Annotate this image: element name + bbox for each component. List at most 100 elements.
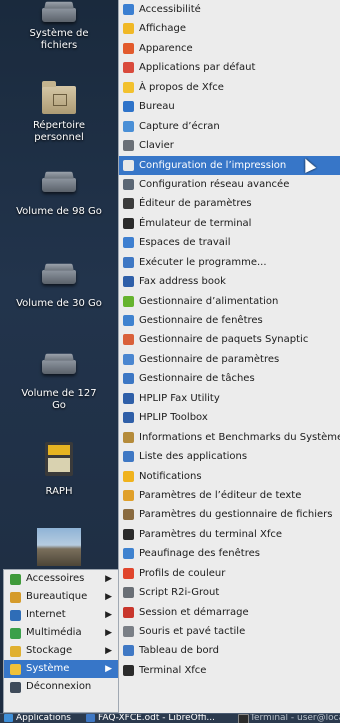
app-icon: [123, 62, 134, 74]
app-icon: [123, 587, 134, 599]
menu-item[interactable]: Applications par défaut: [119, 58, 340, 77]
system-submenu: Accessibilité Affichage Apparence Applicati…: [118, 0, 340, 713]
menu-item[interactable]: À propos de Xfce: [119, 78, 340, 97]
menu-item-label: Configuration réseau avancée: [139, 178, 290, 190]
category-accessoires[interactable]: Accessoires ▶: [4, 570, 118, 588]
menu-item-label: Souris et pavé tactile: [139, 626, 246, 637]
menu-item[interactable]: Paramètres de l’éditeur de texte: [119, 486, 340, 505]
app-icon: [123, 315, 134, 326]
menu-item-label: Script R2i-Grout: [139, 587, 220, 599]
menu-item[interactable]: Configuration de l’impression: [119, 155, 340, 175]
app-icon: [123, 276, 134, 288]
menu-item-label: Fax address book: [139, 276, 226, 288]
menu-item[interactable]: Profils de couleur: [119, 564, 340, 583]
menu-item[interactable]: Souris et pavé tactile: [119, 622, 340, 641]
menu-item[interactable]: Configuration réseau avancée: [119, 175, 340, 194]
menu-item[interactable]: Accessibilité: [119, 0, 340, 19]
menu-item-label: Gestionnaire de paquets Synaptic: [139, 334, 309, 346]
menu-item[interactable]: HPLIP Toolbox: [119, 408, 340, 427]
menu-item[interactable]: Paramètres du terminal Xfce: [119, 525, 340, 544]
app-icon: [123, 606, 134, 618]
category-multimedia[interactable]: Multimédia ▶: [4, 624, 118, 642]
menu-item[interactable]: Peaufinage des fenêtres: [119, 544, 340, 563]
menu-item-label: Bureau: [139, 101, 175, 113]
menu-item[interactable]: Paramètres du gestionnaire de fichiers: [119, 505, 340, 524]
category-icon: [10, 682, 21, 693]
app-icon: [123, 217, 134, 229]
menu-item[interactable]: Émulateur de terminal: [119, 214, 340, 233]
app-icon: [123, 81, 134, 93]
menu-item-label: Informations et Benchmarks du Système: [139, 431, 340, 443]
menu-item-label: Apparence: [139, 42, 193, 54]
menu-item[interactable]: Exécuter le programme...: [119, 253, 340, 272]
category-label: Déconnexion: [26, 681, 92, 692]
desktop-item-filesystem[interactable]: Système de fichiers: [0, 8, 118, 52]
menu-item-label: Tableau de bord: [139, 645, 219, 657]
menu-item-label: Émulateur de terminal: [139, 217, 252, 229]
app-icon: [123, 528, 134, 540]
menu-item[interactable]: Éditeur de paramètres: [119, 194, 340, 213]
desktop-item-label: Volume de 30 Go: [16, 298, 102, 309]
menu-item[interactable]: Gestionnaire de fenêtres: [119, 311, 340, 330]
menu-item[interactable]: Script R2i-Grout: [119, 583, 340, 602]
menu-item[interactable]: Tableau de bord: [119, 641, 340, 660]
app-icon: [123, 237, 134, 249]
image-thumbnail-icon: [37, 528, 81, 566]
menu-item[interactable]: Notifications: [119, 467, 340, 486]
app-icon: [123, 626, 134, 637]
desktop-item-label: RAPH: [45, 486, 73, 497]
desktop-item-volume-127[interactable]: Volume de 127 Go: [0, 360, 118, 412]
app-icon: [123, 140, 134, 152]
menu-item-label: Applications par défaut: [139, 62, 256, 74]
document-icon: [86, 714, 95, 722]
app-icon: [123, 470, 134, 482]
menu-item-label: Espaces de travail: [139, 237, 231, 249]
menu-item[interactable]: Terminal Xfce: [119, 661, 340, 680]
menu-item[interactable]: Liste des applications: [119, 447, 340, 466]
category-icon: [10, 592, 21, 603]
menu-item-label: Gestionnaire de fenêtres: [139, 315, 263, 326]
chevron-right-icon: ▶: [105, 664, 112, 674]
menu-item[interactable]: Apparence: [119, 39, 340, 58]
app-icon: [123, 42, 134, 54]
xfce-logo-icon: [4, 714, 13, 722]
menu-item-label: Profils de couleur: [139, 567, 226, 579]
category-internet[interactable]: Internet ▶: [4, 606, 118, 624]
menu-item[interactable]: Capture d’écran: [119, 117, 340, 136]
menu-item[interactable]: Informations et Benchmarks du Système: [119, 428, 340, 447]
menu-item[interactable]: Gestionnaire de paramètres: [119, 350, 340, 369]
desktop-item-volume-30[interactable]: Volume de 30 Go: [0, 270, 118, 310]
category-systeme[interactable]: Système ▶: [4, 660, 118, 678]
menu-item[interactable]: Gestionnaire de paquets Synaptic: [119, 330, 340, 349]
menu-item-label: HPLIP Toolbox: [139, 412, 208, 424]
menu-item-label: Gestionnaire d’alimentation: [139, 295, 279, 307]
menu-item[interactable]: Gestionnaire de tâches: [119, 369, 340, 388]
chevron-right-icon: ▶: [105, 574, 112, 584]
category-stockage[interactable]: Stockage ▶: [4, 642, 118, 660]
desktop-item-home[interactable]: Répertoire personnel: [0, 81, 118, 144]
drive-icon: [42, 360, 76, 374]
app-icon: [123, 392, 134, 404]
menu-item[interactable]: Clavier: [119, 136, 340, 155]
menu-item[interactable]: Session et démarrage: [119, 603, 340, 622]
desktop-item-raph[interactable]: RAPH: [0, 442, 118, 498]
category-icon: [10, 628, 21, 639]
menu-item-label: Paramètres du terminal Xfce: [139, 528, 283, 540]
category-deconnexion[interactable]: Déconnexion: [4, 678, 118, 696]
category-bureautique[interactable]: Bureautique ▶: [4, 588, 118, 606]
desktop-item-volume-98[interactable]: Volume de 98 Go: [0, 178, 118, 218]
menu-item-label: Configuration de l’impression: [139, 159, 287, 171]
app-icon: [123, 509, 134, 521]
app-icon: [123, 451, 134, 463]
menu-item[interactable]: Gestionnaire d’alimentation: [119, 292, 340, 311]
menu-item[interactable]: Affichage: [119, 19, 340, 38]
menu-item[interactable]: Bureau: [119, 97, 340, 116]
menu-item-label: Éditeur de paramètres: [139, 198, 252, 210]
menu-item[interactable]: HPLIP Fax Utility: [119, 389, 340, 408]
app-icon: [123, 373, 134, 385]
desktop-item-image[interactable]: [0, 528, 118, 566]
category-icon: [10, 646, 21, 657]
menu-item-label: Notifications: [139, 470, 202, 482]
menu-item[interactable]: Fax address book: [119, 272, 340, 291]
menu-item[interactable]: Espaces de travail: [119, 233, 340, 252]
